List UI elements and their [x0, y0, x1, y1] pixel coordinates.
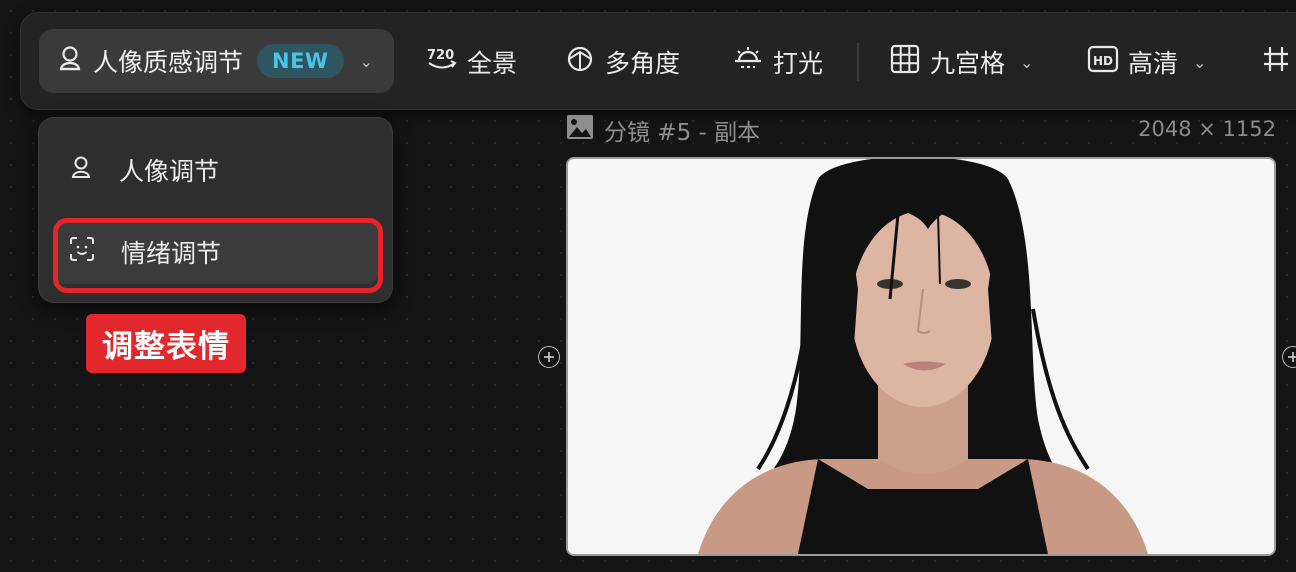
portrait-icon: [69, 154, 93, 186]
grid-label: 九宫格: [930, 49, 1006, 78]
grid-button[interactable]: 九宫格 ⌄: [889, 13, 1033, 111]
portrait-photo: [568, 159, 1274, 554]
multi-angle-label: 多角度: [605, 49, 681, 78]
top-toolbar: 人像质感调节 NEW ⌄ 720 全景 多角度 打光 九宫格 ⌄ HD 高清 ⌄: [20, 12, 1296, 110]
frame-size: 2048 × 1152: [1138, 117, 1276, 141]
hd-icon: HD: [1087, 44, 1119, 80]
chevron-down-icon[interactable]: ⌄: [360, 52, 373, 71]
frame-title: 分镜 #5 - 副本: [604, 120, 761, 146]
chevron-down-icon[interactable]: ⌄: [1020, 53, 1033, 72]
image-icon: [566, 114, 594, 146]
svg-text:720: 720: [427, 48, 454, 63]
chevron-down-icon[interactable]: ⌄: [1193, 53, 1206, 72]
panorama-label: 全景: [467, 49, 518, 78]
grid-icon: [889, 43, 921, 81]
svg-text:HD: HD: [1093, 54, 1113, 68]
menu-item-label: 人像调节: [119, 157, 220, 186]
portrait-quality-button[interactable]: 人像质感调节 NEW ⌄: [39, 29, 394, 93]
crop-icon: [1261, 44, 1291, 80]
annotation-callout: 调整表情: [86, 314, 246, 373]
hd-label: 高清: [1128, 49, 1179, 78]
multi-angle-icon: [564, 43, 596, 81]
storyboard-image[interactable]: [566, 157, 1276, 556]
portrait-icon: [57, 44, 83, 78]
frame-header[interactable]: 分镜 #5 - 副本: [566, 112, 760, 148]
toolbar-divider: [857, 43, 859, 81]
lighting-label: 打光: [773, 49, 824, 78]
crop-button[interactable]: [1261, 13, 1291, 111]
portrait-quality-label: 人像质感调节: [93, 48, 244, 77]
lighting-icon: [732, 44, 764, 80]
hd-button[interactable]: HD 高清 ⌄: [1087, 13, 1206, 111]
add-right-handle[interactable]: [1282, 346, 1296, 368]
add-left-handle[interactable]: [538, 346, 560, 368]
panorama-720-icon: 720: [426, 44, 458, 80]
multi-angle-button[interactable]: 多角度: [564, 13, 680, 111]
highlight-box: [53, 218, 383, 293]
new-badge: NEW: [257, 44, 344, 78]
lighting-button[interactable]: 打光: [732, 13, 823, 111]
panorama-button[interactable]: 720 全景: [426, 13, 517, 111]
menu-item-portrait-adjust[interactable]: 人像调节: [55, 138, 378, 202]
